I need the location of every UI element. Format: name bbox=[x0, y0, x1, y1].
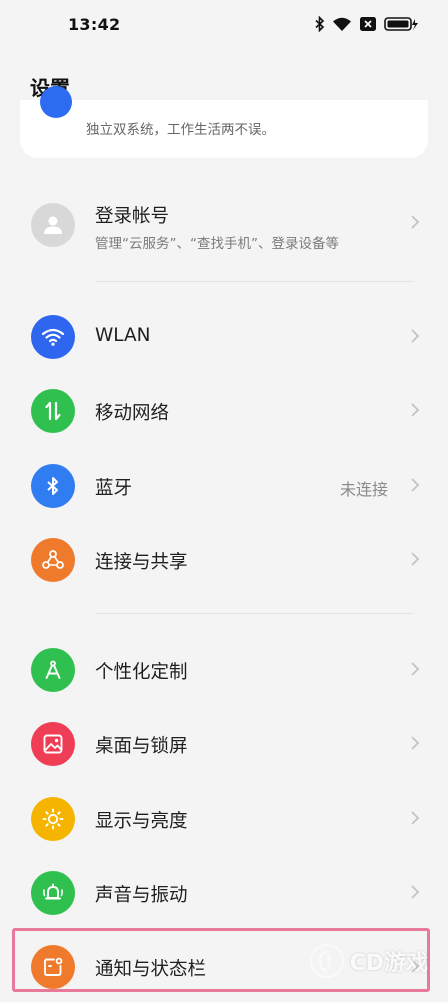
account-subtitle: 管理“云服务”、“查找手机”、登录设备等 bbox=[95, 236, 339, 252]
chevron-right-icon bbox=[411, 215, 420, 229]
dual-system-icon bbox=[40, 86, 72, 118]
dual-system-card[interactable]: 独立双系统，工作生活两不误。 bbox=[20, 86, 428, 158]
settings-row-wallpaper-lockscreen[interactable]: 桌面与锁屏 bbox=[0, 709, 448, 779]
battery-icon bbox=[384, 17, 418, 31]
settings-row-bluetooth[interactable]: 蓝牙 未连接 bbox=[0, 451, 448, 521]
divider bbox=[95, 281, 413, 282]
settings-row-connection-sharing[interactable]: 连接与共享 bbox=[0, 525, 448, 595]
settings-row-display-brightness[interactable]: 显示与亮度 bbox=[0, 784, 448, 854]
chevron-right-icon bbox=[411, 552, 420, 566]
chevron-right-icon bbox=[411, 403, 420, 417]
account-title: 登录帐号 bbox=[95, 206, 170, 227]
bluetooth-status-icon bbox=[315, 16, 325, 32]
settings-row-mobile-network[interactable]: 移动网络 bbox=[0, 376, 448, 446]
chevron-right-icon bbox=[411, 478, 420, 492]
row-label: 连接与共享 bbox=[95, 552, 188, 573]
chevron-right-icon bbox=[411, 736, 420, 750]
avatar bbox=[31, 203, 75, 247]
row-label: WLAN bbox=[95, 325, 151, 346]
wifi-icon bbox=[31, 315, 75, 359]
row-label: 个性化定制 bbox=[95, 662, 188, 683]
row-label: 蓝牙 bbox=[95, 478, 133, 499]
status-icons bbox=[315, 16, 418, 32]
chevron-right-icon bbox=[411, 662, 420, 676]
row-label: 移动网络 bbox=[95, 403, 170, 424]
watermark-logo-icon bbox=[309, 944, 344, 978]
bell-icon bbox=[31, 871, 75, 915]
bluetooth-icon bbox=[31, 464, 75, 508]
watermark: CD游戏 bbox=[309, 944, 428, 978]
share-icon bbox=[31, 538, 75, 582]
row-label: 声音与振动 bbox=[95, 885, 188, 906]
row-label: 桌面与锁屏 bbox=[95, 736, 188, 757]
divider bbox=[95, 613, 413, 614]
dual-system-subtitle: 独立双系统，工作生活两不误。 bbox=[86, 122, 275, 138]
compass-icon bbox=[31, 648, 75, 692]
mobile-data-icon bbox=[31, 389, 75, 433]
settings-row-sound-vibration[interactable]: 声音与振动 bbox=[0, 858, 448, 928]
status-time: 13:42 bbox=[68, 15, 121, 34]
person-icon bbox=[44, 216, 62, 234]
no-sim-icon bbox=[360, 17, 376, 31]
wallpaper-icon bbox=[31, 722, 75, 766]
wifi-status-icon bbox=[333, 17, 351, 31]
chevron-right-icon bbox=[411, 811, 420, 825]
settings-row-wlan[interactable]: WLAN bbox=[0, 302, 448, 372]
watermark-text: CD游戏 bbox=[349, 951, 428, 976]
settings-row-personalization[interactable]: 个性化定制 bbox=[0, 635, 448, 705]
account-login-row[interactable]: 登录帐号 管理“云服务”、“查找手机”、登录设备等 bbox=[0, 190, 448, 262]
bluetooth-status-value: 未连接 bbox=[339, 480, 388, 499]
chevron-right-icon bbox=[411, 885, 420, 899]
row-label: 显示与亮度 bbox=[95, 811, 188, 832]
sun-icon bbox=[31, 797, 75, 841]
status-bar: 13:42 bbox=[0, 0, 448, 52]
chevron-right-icon bbox=[411, 329, 420, 343]
